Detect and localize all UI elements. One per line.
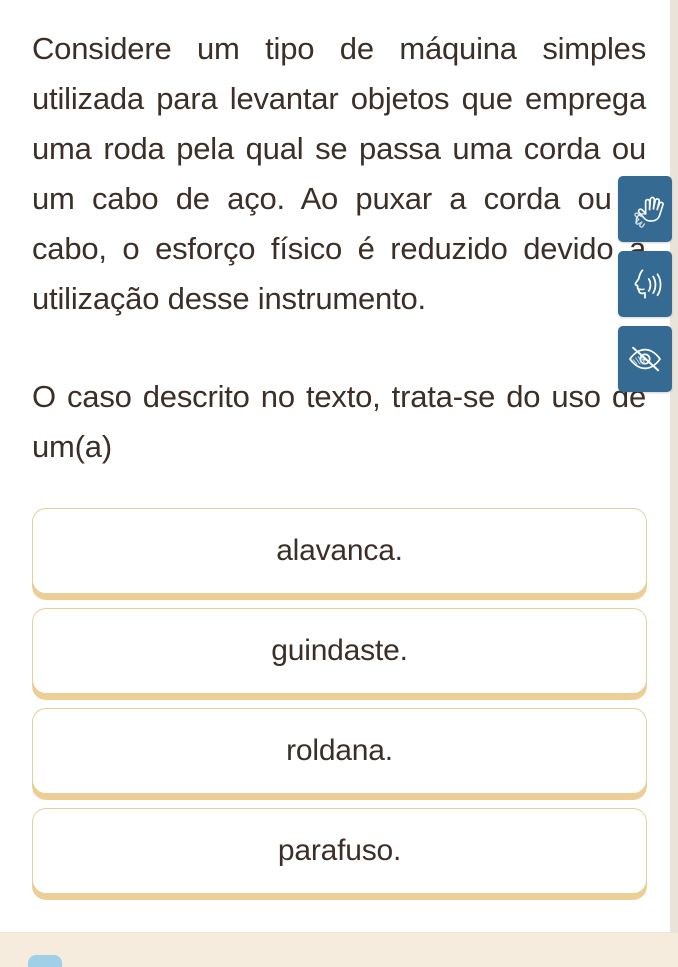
statement-paragraph: Considere um tipo de máquina simples uti… <box>32 31 646 316</box>
accessibility-toolbar <box>618 176 672 392</box>
answer-option-label: parafuso. <box>277 834 402 867</box>
low-vision-button[interactable] <box>618 326 672 392</box>
question-statement: Considere um tipo de máquina simples uti… <box>0 0 670 472</box>
answer-option-label: alavanca. <box>276 534 403 567</box>
answer-option-c[interactable]: roldana. <box>32 708 647 794</box>
answer-options-list: alavanca. guindaste. roldana. parafuso. <box>0 508 670 894</box>
question-lead-in: O caso descrito no texto, trata-se do us… <box>32 379 646 464</box>
eye-slash-icon <box>625 339 665 379</box>
bottom-action-button[interactable] <box>28 955 62 967</box>
question-screen: Considere um tipo de máquina simples uti… <box>0 0 678 967</box>
answer-option-b[interactable]: guindaste. <box>32 608 647 694</box>
sign-language-icon <box>625 189 665 229</box>
vertical-scrollbar[interactable] <box>670 0 678 932</box>
audio-description-button[interactable] <box>618 251 672 317</box>
answer-option-label: roldana. <box>286 734 393 767</box>
answer-option-d[interactable]: parafuso. <box>32 808 647 894</box>
sign-language-button[interactable] <box>618 176 672 242</box>
question-scroll-area[interactable]: Considere um tipo de máquina simples uti… <box>0 0 670 932</box>
bottom-toolbar <box>0 932 678 967</box>
answer-option-label: guindaste. <box>271 634 408 667</box>
answer-option-a[interactable]: alavanca. <box>32 508 647 594</box>
audio-description-icon <box>625 264 665 304</box>
